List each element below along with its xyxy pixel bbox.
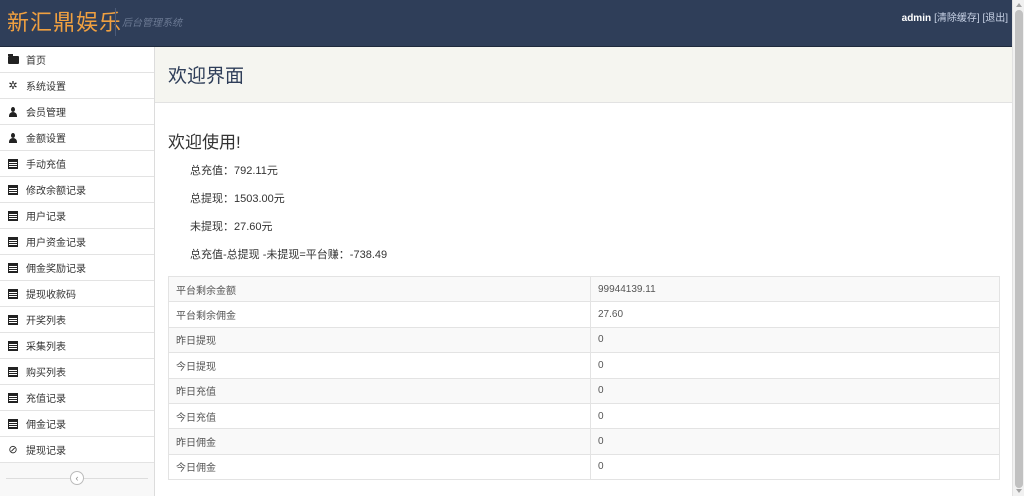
sidebar-item-label: 购买列表	[26, 368, 66, 379]
summary-table: 平台剩余金额 99944139.11 平台剩余佣金 27.60 昨日提现 0 今日提现…	[168, 275, 1000, 481]
stat-pending-withdraw: 未提现：27.60元	[190, 221, 273, 233]
sidebar-item-collect-list[interactable]: 采集列表	[0, 333, 154, 359]
table-key: 昨日提现	[168, 326, 591, 353]
table-value: 99944139.11	[590, 275, 1000, 302]
table-key: 今日充值	[168, 402, 591, 429]
user-icon	[7, 106, 19, 118]
stat-platform-profit: 总充值-总提现 -未提现=平台赚：-738.49	[190, 249, 388, 261]
calendar-icon	[7, 314, 19, 326]
vertical-scrollbar[interactable]	[1012, 0, 1024, 496]
calendar-icon	[7, 262, 19, 274]
top-navbar: 新汇鼎娱乐 后台管理系统 admin [清除缓存] [退出]	[0, 0, 1012, 47]
content-body: 欢迎使用! 总充值：792.11元 总提现：1503.00元 未提现：27.60…	[155, 128, 1012, 481]
sidebar-item-recharge-log[interactable]: 充值记录	[0, 385, 154, 411]
table-row: 今日佣金 0	[168, 453, 1000, 480]
sidebar-item-label: 开奖列表	[26, 316, 66, 327]
table-row: 昨日充值 0	[168, 377, 1000, 404]
sidebar-item-draw-list[interactable]: 开奖列表	[0, 307, 154, 333]
sidebar-item-label: 充值记录	[26, 394, 66, 405]
table-row: 今日充值 0	[168, 402, 1000, 429]
sidebar-collapse-button[interactable]: ‹	[70, 471, 84, 485]
username: admin	[901, 13, 932, 24]
sidebar-item-commission-log[interactable]: 佣金记录	[0, 411, 154, 437]
brand-divider	[115, 8, 116, 36]
sidebar-item-members[interactable]: 会员管理	[0, 99, 154, 125]
sidebar-item-withdraw-qrcode[interactable]: 提现收款码	[0, 281, 154, 307]
table-row: 昨日佣金 0	[168, 428, 1000, 455]
folder-open-icon	[7, 53, 19, 66]
sidebar-item-label: 用户资金记录	[26, 238, 86, 249]
calendar-icon	[7, 210, 19, 222]
table-key: 平台剩余金额	[168, 275, 591, 302]
ban-icon: ⊘	[8, 443, 18, 456]
sidebar-item-user-funds-log[interactable]: 用户资金记录	[0, 229, 154, 255]
sidebar-item-commission-reward-log[interactable]: 佣金奖励记录	[0, 255, 154, 281]
scroll-up-icon[interactable]	[1016, 3, 1022, 7]
calendar-icon	[7, 288, 19, 300]
sidebar-item-label: 用户记录	[26, 212, 66, 223]
table-value: 0	[590, 402, 1000, 429]
calendar-icon	[7, 366, 19, 378]
sidebar-item-label: 会员管理	[26, 108, 66, 119]
table-value: 0	[590, 352, 1000, 379]
table-row: 平台剩余金额 99944139.11	[168, 275, 1000, 302]
clear-cache-link[interactable]: [清除缓存]	[934, 13, 980, 24]
user-links: admin [清除缓存] [退出]	[902, 9, 1008, 24]
calendar-icon	[7, 236, 19, 248]
brand-logo-text[interactable]: 新汇鼎娱乐	[7, 6, 122, 40]
table-value: 0	[590, 453, 1000, 480]
table-row: 今日提现 0	[168, 352, 1000, 379]
sidebar-item-label: 佣金记录	[26, 420, 66, 431]
calendar-icon	[7, 340, 19, 352]
table-key: 今日佣金	[168, 453, 591, 480]
table-key: 今日提现	[168, 352, 591, 379]
sidebar-collapse-row: ‹	[0, 469, 154, 489]
gear-icon: ✲	[8, 79, 18, 92]
welcome-heading: 欢迎使用!	[168, 133, 241, 152]
brand-subtitle: 后台管理系统	[122, 18, 182, 29]
sidebar-item-manual-recharge[interactable]: 手动充值	[0, 151, 154, 177]
table-key: 平台剩余佣金	[168, 301, 591, 328]
table-key: 昨日充值	[168, 377, 591, 404]
sidebar-item-label: 提现记录	[26, 446, 66, 457]
table-row: 昨日提现 0	[168, 326, 1000, 353]
sidebar-item-label: 手动充值	[26, 160, 66, 171]
main-content: 欢迎界面 欢迎使用! 总充值：792.11元 总提现：1503.00元 未提现：…	[155, 47, 1012, 496]
table-row: 平台剩余佣金 27.60	[168, 301, 1000, 328]
calendar-icon	[7, 418, 19, 430]
sidebar-item-home[interactable]: 首页	[0, 47, 154, 73]
sidebar-item-user-log[interactable]: 用户记录	[0, 203, 154, 229]
sidebar-item-label: 佣金奖励记录	[26, 264, 86, 275]
sidebar: 首页 ✲ 系统设置 会员管理 金额设置 手动充值 修改余额记录 用户记录 用户资…	[0, 47, 155, 496]
page-title: 欢迎界面	[168, 66, 245, 87]
table-value: 0	[590, 428, 1000, 455]
sidebar-item-label: 金额设置	[26, 134, 66, 145]
table-value: 27.60	[590, 301, 1000, 328]
calendar-icon	[7, 392, 19, 404]
page-header: 欢迎界面	[155, 47, 1012, 103]
scrollbar-thumb[interactable]	[1015, 10, 1023, 488]
logout-link[interactable]: [退出]	[982, 13, 1008, 24]
sidebar-item-system-settings[interactable]: ✲ 系统设置	[0, 73, 154, 99]
table-value: 0	[590, 326, 1000, 353]
calendar-icon	[7, 158, 19, 170]
calendar-icon	[7, 184, 19, 196]
sidebar-item-label: 修改余额记录	[26, 186, 86, 197]
table-key: 昨日佣金	[168, 428, 591, 455]
sidebar-item-purchase-list[interactable]: 购买列表	[0, 359, 154, 385]
sidebar-item-label: 系统设置	[26, 82, 66, 93]
user-icon	[7, 132, 19, 144]
table-value: 0	[590, 377, 1000, 404]
stat-total-withdraw: 总提现：1503.00元	[190, 193, 285, 205]
sidebar-item-amount-settings[interactable]: 金额设置	[0, 125, 154, 151]
sidebar-item-label: 提现收款码	[26, 290, 76, 301]
stat-total-recharge: 总充值：792.11元	[190, 165, 278, 177]
sidebar-item-withdraw-log[interactable]: ⊘ 提现记录	[0, 437, 154, 463]
sidebar-item-balance-log[interactable]: 修改余额记录	[0, 177, 154, 203]
sidebar-item-label: 首页	[26, 56, 46, 67]
scroll-down-icon[interactable]	[1016, 489, 1022, 493]
sidebar-item-label: 采集列表	[26, 342, 66, 353]
